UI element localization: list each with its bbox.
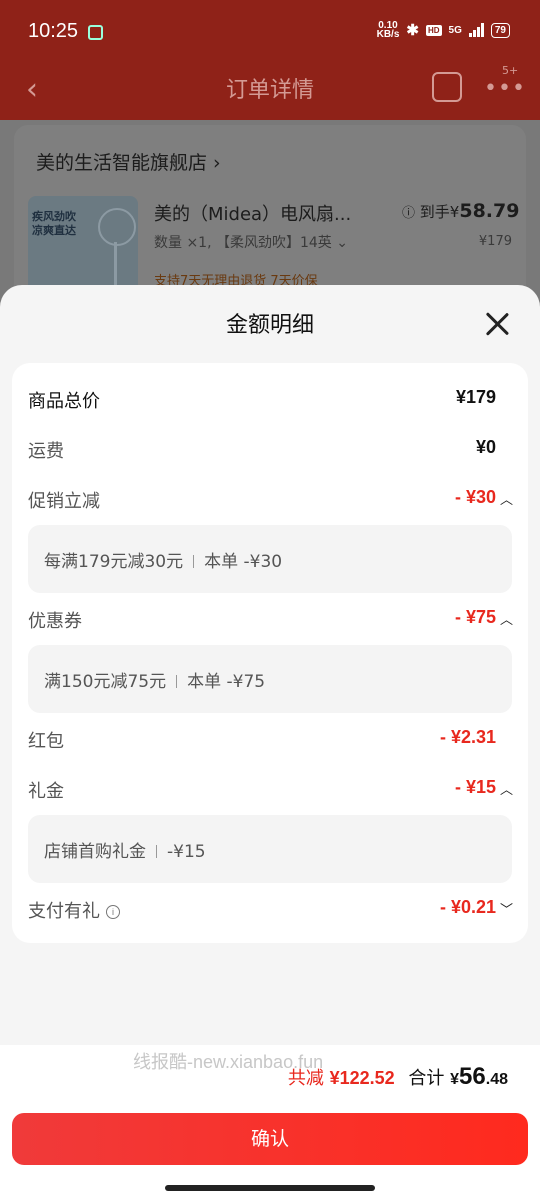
price-value: 58.79 (459, 200, 520, 222)
product-final-price: ⓘ 到手¥58.79 (402, 200, 519, 222)
price-info-icon[interactable]: ⓘ (402, 206, 415, 221)
status-bar: 10:25 0.10 KB/s ✱ HD 5G 79 (0, 0, 540, 62)
more-icon[interactable]: ••• 5+ (484, 64, 526, 101)
home-indicator[interactable] (165, 1185, 375, 1191)
amount-detail-card: 商品总价 ¥179 运费 ¥0 促销立减 - ¥30 ︿ 每满179元减30元本… (12, 363, 528, 943)
row-promo[interactable]: 促销立减 - ¥30 ︿ (28, 481, 513, 515)
gift-amount: -¥15 (167, 842, 206, 862)
close-icon[interactable] (484, 311, 510, 337)
row-value: - ¥30 (454, 487, 496, 507)
confirm-button[interactable]: 确认 (12, 1113, 528, 1165)
total-currency: ¥ (450, 1071, 460, 1088)
product-original-price: ¥179 (478, 234, 512, 249)
bluetooth-icon: ✱ (406, 22, 419, 39)
coupon-detail: 满150元减75元 本单 -¥75 (44, 667, 265, 692)
thumbnail-caption: 疾风劲吹 凉爽直达 (32, 210, 76, 237)
hd-badge: HD (425, 24, 442, 36)
row-value: - ¥15 (454, 777, 496, 797)
total-integer: 56 (459, 1063, 486, 1090)
total-label: 合计 (408, 1068, 445, 1089)
confirm-area: 确认 (0, 1105, 540, 1200)
network-speed: 0.10 KB/s (376, 21, 400, 40)
row-coupon[interactable]: 优惠券 - ¥75 ︿ (28, 601, 513, 635)
row-redpacket: 红包 - ¥2.31 (28, 721, 512, 755)
row-value: ¥179 (455, 387, 496, 407)
more-badge: 5+ (502, 64, 519, 77)
row-label: 支付有礼 i (28, 897, 120, 923)
promo-detail: 每满179元减30元 本单 -¥30 (44, 547, 282, 572)
sim-icon (88, 25, 103, 40)
row-value: - ¥2.31 (439, 727, 496, 747)
network-speed-unit: KB/s (376, 29, 400, 40)
row-label: 商品总价 (28, 391, 100, 412)
signal-label: 5G (448, 24, 462, 36)
watermark: 线报酷-new.xianbao.fun (133, 1052, 324, 1072)
row-label: 红包 (28, 731, 64, 752)
nav-bar: ‹ 订单详情 ••• 5+ (0, 62, 540, 114)
row-value: ¥0 (475, 437, 496, 457)
row-gift[interactable]: 礼金 - ¥15 ︿ (28, 771, 513, 805)
more-dots-icon: ••• (484, 76, 526, 101)
status-indicators: 0.10 KB/s ✱ HD 5G 79 (376, 21, 510, 40)
coupon-detail-box: 满150元减75元 本单 -¥75 (28, 645, 512, 713)
pay-reward-label: 支付有礼 (28, 901, 100, 922)
discount-value: ¥122.52 (329, 1068, 395, 1088)
row-label: 礼金 (28, 781, 64, 802)
sheet-title: 金额明细 (225, 313, 314, 338)
fan-head-graphic (98, 208, 136, 246)
row-shipping: 运费 ¥0 (28, 431, 512, 465)
chevron-up-icon[interactable]: ︿ (500, 779, 513, 798)
row-label: 优惠券 (28, 611, 82, 632)
row-value: - ¥75 (454, 607, 496, 627)
row-label: 促销立减 (28, 491, 100, 512)
store-name-link[interactable]: 美的生活智能旗舰店 › (36, 148, 221, 175)
row-label: 运费 (28, 441, 64, 462)
gift-rule: 店铺首购礼金 (44, 842, 146, 862)
gift-detail: 店铺首购礼金 -¥15 (44, 837, 206, 862)
status-time: 10:25 (28, 20, 79, 42)
product-spec[interactable]: 数量 ×1, 【柔风劲吹】14英 ⌄ (154, 232, 348, 252)
coupon-amount: 本单 -¥75 (187, 672, 266, 692)
price-label: 到手¥ (419, 203, 460, 221)
divider (176, 675, 178, 688)
battery-icon: 79 (490, 22, 510, 38)
gift-detail-box: 店铺首购礼金 -¥15 (28, 815, 512, 883)
chevron-up-icon[interactable]: ︿ (500, 609, 513, 628)
divider (193, 555, 195, 568)
promo-amount: 本单 -¥30 (204, 552, 283, 572)
promo-rule: 每满179元减30元 (44, 552, 184, 572)
chevron-up-icon[interactable]: ︿ (500, 489, 513, 508)
promo-detail-box: 每满179元减30元 本单 -¥30 (28, 525, 512, 593)
signal-bars-icon (468, 23, 484, 37)
row-pay-reward[interactable]: 支付有礼 i - ¥0.21 ﹀ (28, 891, 513, 925)
coupon-rule: 满150元减75元 (44, 672, 167, 692)
total-decimal: .48 (485, 1071, 508, 1088)
product-name[interactable]: 美的（Midea）电风扇... (154, 200, 351, 226)
row-value: - ¥0.21 (439, 897, 496, 917)
row-total: 商品总价 ¥179 (28, 381, 512, 415)
share-icon[interactable] (432, 72, 462, 102)
info-icon[interactable]: i (106, 905, 120, 919)
divider (156, 845, 157, 858)
chevron-down-icon[interactable]: ﹀ (500, 899, 513, 918)
